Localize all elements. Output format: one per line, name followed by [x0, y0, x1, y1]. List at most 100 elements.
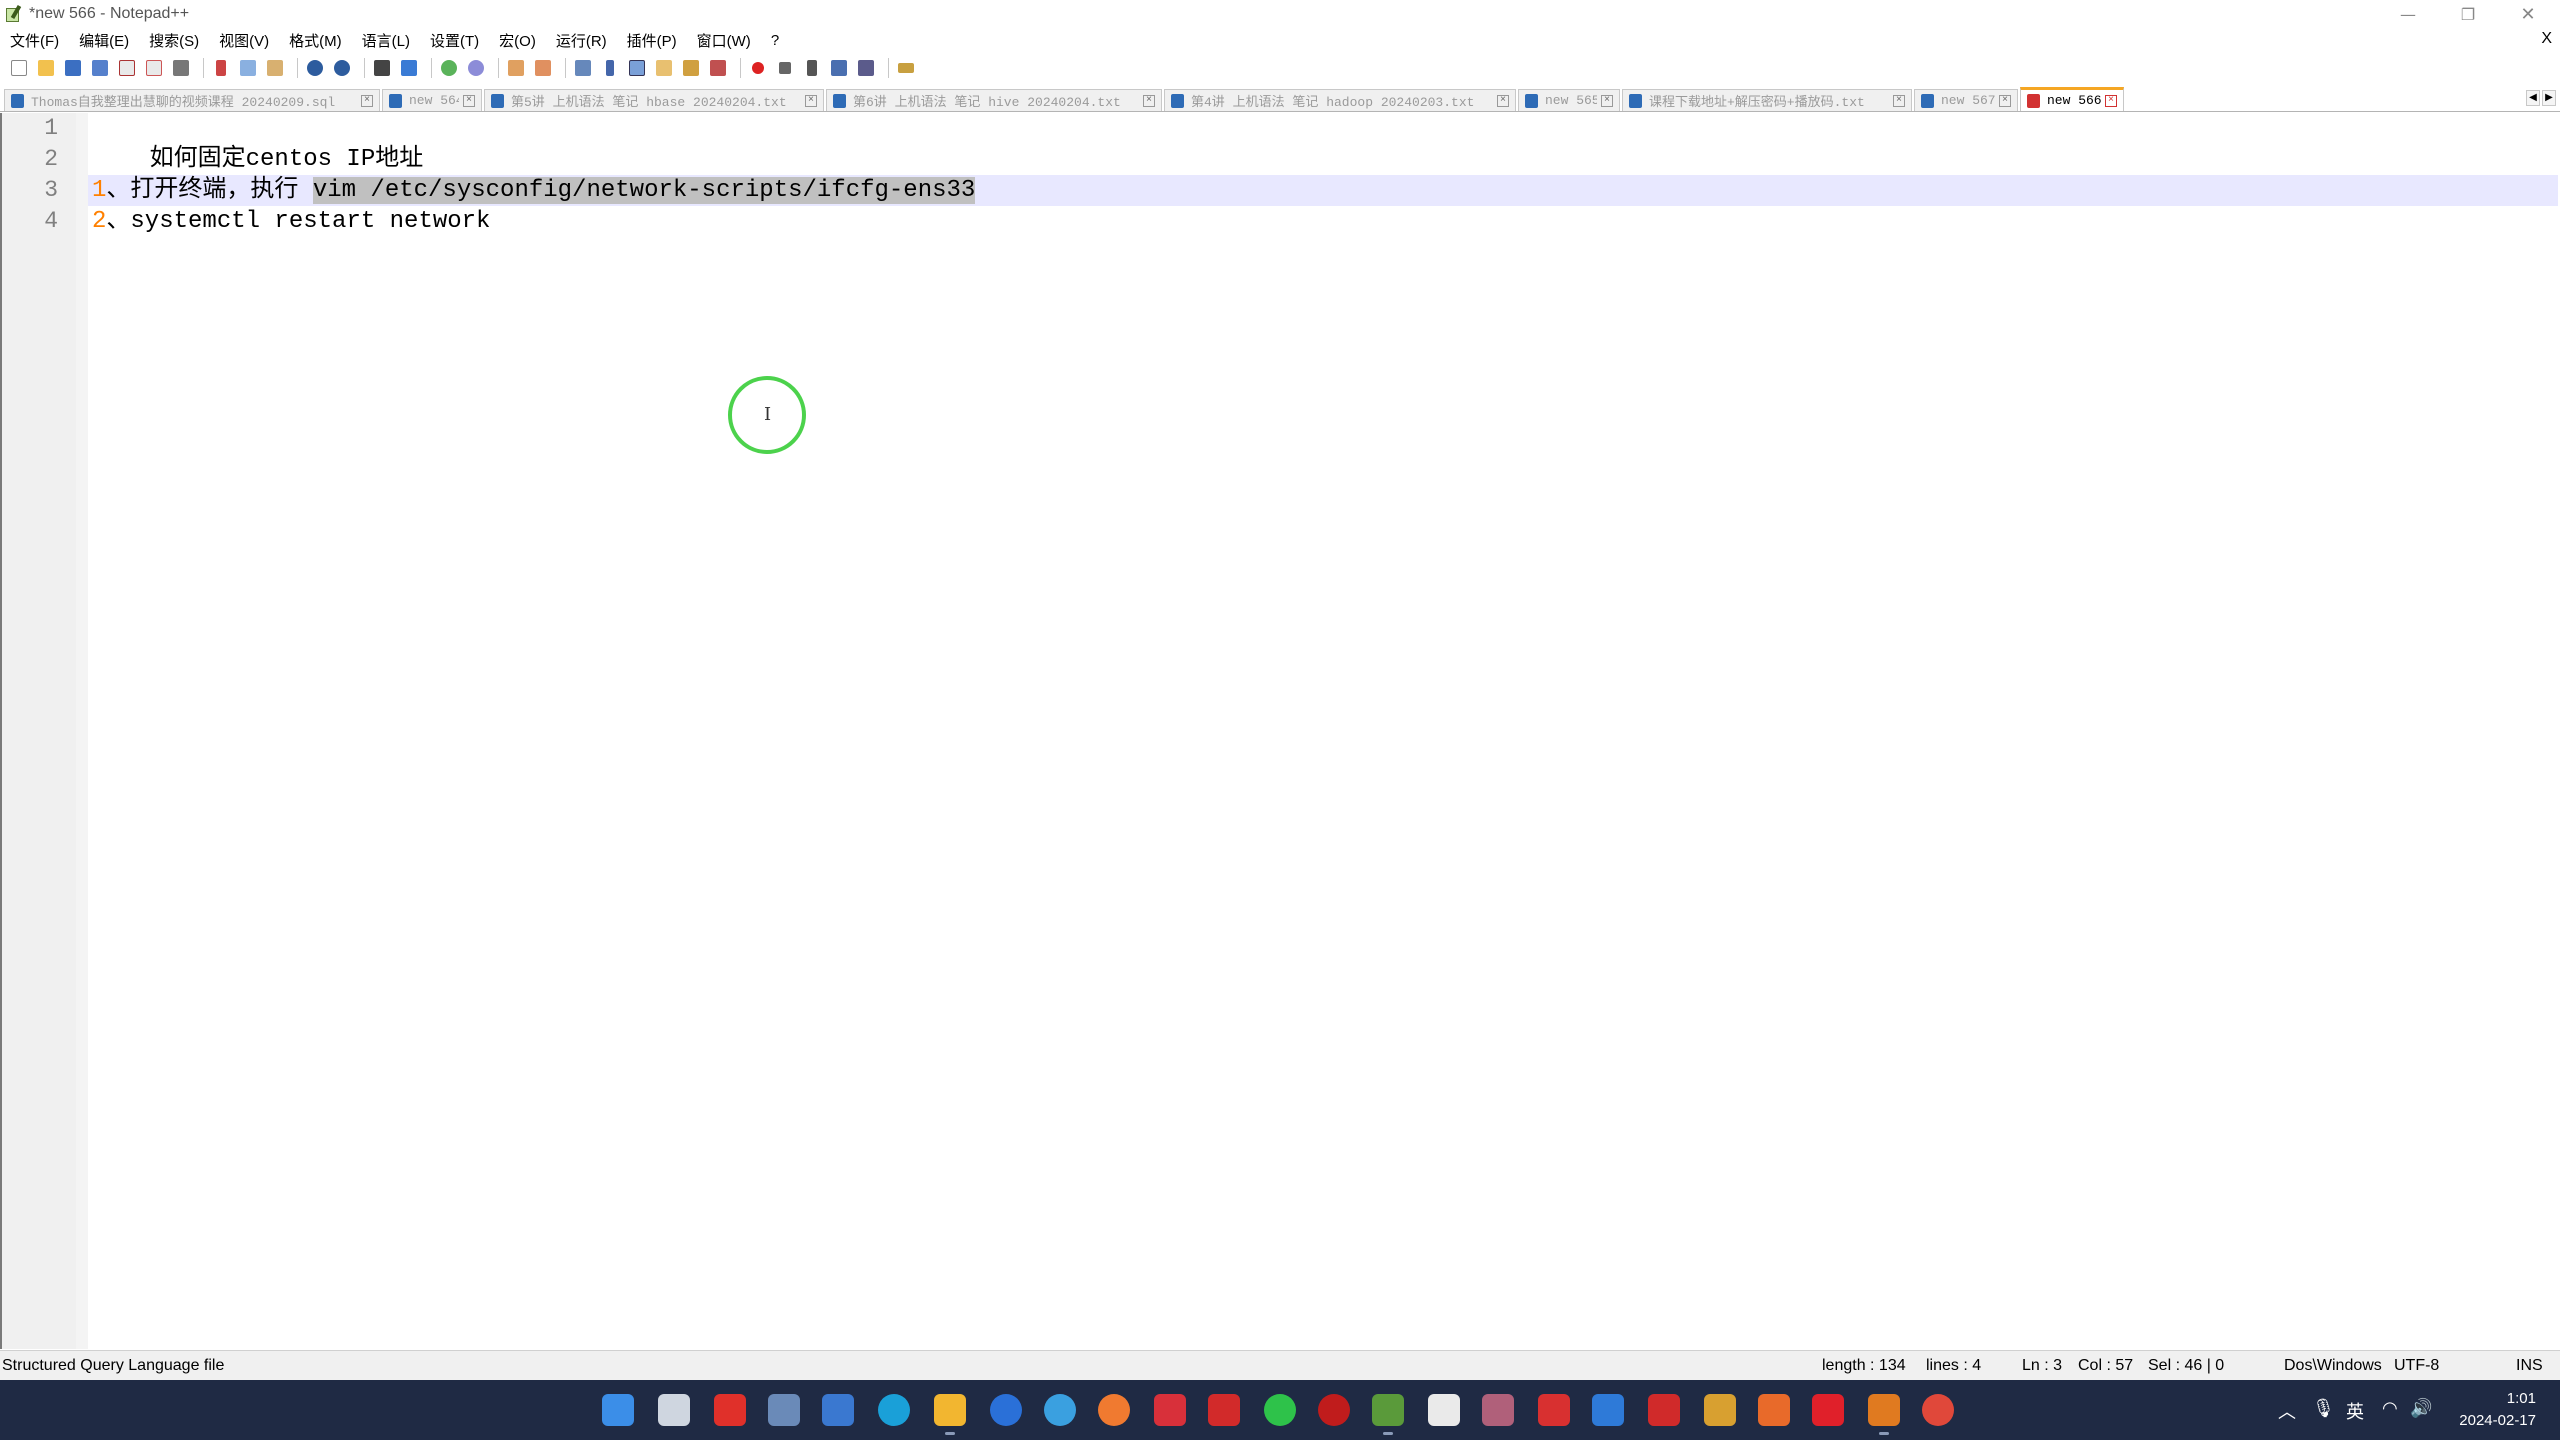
- menu-format[interactable]: 格式(M): [279, 30, 352, 51]
- document-tab[interactable]: new 565 ×: [1518, 89, 1620, 111]
- show-hidden-icons-icon[interactable]: ︿: [2278, 1398, 2296, 1424]
- media-player-icon[interactable]: [1098, 1394, 1130, 1426]
- app-swirl-icon[interactable]: [1922, 1394, 1954, 1426]
- document-tab[interactable]: new 567 ×: [1914, 89, 2018, 111]
- menu-view[interactable]: 视图(V): [209, 30, 279, 51]
- app-orange-icon[interactable]: [1758, 1394, 1790, 1426]
- user-defined-language-icon[interactable]: [653, 57, 675, 79]
- sync-vertical-icon[interactable]: [505, 57, 527, 79]
- menu-language[interactable]: 语言(L): [352, 30, 420, 51]
- save-macro-icon[interactable]: [855, 57, 877, 79]
- undo-icon[interactable]: [304, 57, 326, 79]
- file-explorer-icon[interactable]: [934, 1394, 966, 1426]
- app-red-arrow-icon[interactable]: [1812, 1394, 1844, 1426]
- function-list-icon[interactable]: [707, 57, 729, 79]
- close-button[interactable]: ✕: [2500, 0, 2556, 28]
- stop-recording-icon[interactable]: [774, 57, 796, 79]
- code-line[interactable]: 2、systemctl restart network: [92, 206, 490, 237]
- menu-settings[interactable]: 设置(T): [420, 30, 489, 51]
- task-view-icon[interactable]: [658, 1394, 690, 1426]
- tab-close-icon[interactable]: ×: [2105, 94, 2117, 107]
- fold-margin[interactable]: [76, 113, 88, 1349]
- playback-macro-icon[interactable]: [801, 57, 823, 79]
- app-pink-icon[interactable]: [1482, 1394, 1514, 1426]
- document-tab[interactable]: new 564 ×: [382, 89, 482, 111]
- clock-time[interactable]: 1:01: [2507, 1390, 2536, 1407]
- menu-help[interactable]: ?: [761, 32, 789, 49]
- restore-button[interactable]: ❐: [2440, 0, 2496, 28]
- word-wrap-icon[interactable]: [572, 57, 594, 79]
- tab-close-icon[interactable]: ×: [1999, 94, 2011, 107]
- menu-run[interactable]: 运行(R): [546, 30, 617, 51]
- edge-browser-icon[interactable]: [878, 1394, 910, 1426]
- status-eol-format[interactable]: Dos\Windows: [2284, 1357, 2382, 1375]
- app-red-circle-icon[interactable]: [1318, 1394, 1350, 1426]
- open-file-icon[interactable]: [35, 57, 57, 79]
- app-white-icon[interactable]: [1428, 1394, 1460, 1426]
- record-macro-icon[interactable]: [747, 57, 769, 79]
- show-all-characters-icon[interactable]: [599, 57, 621, 79]
- find-icon[interactable]: [371, 57, 393, 79]
- zoom-out-icon[interactable]: [465, 57, 487, 79]
- tab-close-icon[interactable]: ×: [1601, 94, 1613, 107]
- replace-icon[interactable]: [398, 57, 420, 79]
- menu-plugins[interactable]: 插件(P): [617, 30, 687, 51]
- microphone-icon[interactable]: 🎙: [2312, 1398, 2335, 1419]
- tools-icon[interactable]: [1704, 1394, 1736, 1426]
- clock-date[interactable]: 2024-02-17: [2459, 1412, 2536, 1429]
- menu-window[interactable]: 窗口(W): [687, 30, 761, 51]
- text-editor[interactable]: 1 2 3 4 如何固定centos IP地址 1、打开终端，执行 vim /e…: [0, 113, 2560, 1349]
- cut-icon[interactable]: [210, 57, 232, 79]
- spell-check-icon[interactable]: [895, 57, 917, 79]
- app-red-square-icon[interactable]: [1154, 1394, 1186, 1426]
- zoom-in-icon[interactable]: [438, 57, 460, 79]
- input-method-indicator[interactable]: 英: [2346, 1398, 2364, 1424]
- code-line[interactable]: [92, 144, 150, 175]
- close-document-button[interactable]: X: [2541, 30, 2552, 48]
- code-line[interactable]: 1、打开终端，执行 vim /etc/sysconfig/network-scr…: [92, 175, 976, 206]
- document-tab[interactable]: 第4讲 上机语法 笔记 hadoop 20240203.txt ×: [1164, 89, 1516, 111]
- print-icon[interactable]: [170, 57, 192, 79]
- virtualbox-icon[interactable]: [1868, 1394, 1900, 1426]
- tab-close-icon[interactable]: ×: [361, 94, 373, 107]
- sync-horizontal-icon[interactable]: [532, 57, 554, 79]
- tab-close-icon[interactable]: ×: [463, 94, 475, 107]
- minimize-button[interactable]: —: [2380, 0, 2436, 28]
- document-tab[interactable]: Thomas自我整理出慧聊的视频课程 20240209.sql ×: [4, 89, 380, 111]
- mail-app-icon[interactable]: [822, 1394, 854, 1426]
- tab-close-icon[interactable]: ×: [1893, 94, 1905, 107]
- menu-edit[interactable]: 编辑(E): [69, 30, 139, 51]
- document-tab[interactable]: 课程下载地址+解压密码+播放码.txt ×: [1622, 89, 1912, 111]
- menu-file[interactable]: 文件(F): [0, 30, 69, 51]
- tab-scroll-right-icon[interactable]: ▶: [2542, 90, 2556, 106]
- document-tab[interactable]: 第5讲 上机语法 笔记 hbase 20240204.txt ×: [484, 89, 824, 111]
- document-tab[interactable]: 第6讲 上机语法 笔记 hive 20240204.txt ×: [826, 89, 1162, 111]
- app-blue-window-icon[interactable]: [1592, 1394, 1624, 1426]
- wifi-icon[interactable]: ◠: [2382, 1398, 2398, 1419]
- browser-blue-icon[interactable]: [990, 1394, 1022, 1426]
- document-tab-active[interactable]: new 566 ×: [2020, 87, 2124, 111]
- indent-guide-icon[interactable]: [626, 57, 648, 79]
- save-all-icon[interactable]: [89, 57, 111, 79]
- network-globe-icon[interactable]: [1044, 1394, 1076, 1426]
- code-line[interactable]: 如何固定centos IP地址: [92, 113, 424, 173]
- wechat-icon[interactable]: [1264, 1394, 1296, 1426]
- tab-scroll-left-icon[interactable]: ◀: [2526, 90, 2540, 106]
- file-manager-app-icon[interactable]: [768, 1394, 800, 1426]
- new-file-icon[interactable]: [8, 57, 30, 79]
- close-file-icon[interactable]: [116, 57, 138, 79]
- app-d-icon[interactable]: [1208, 1394, 1240, 1426]
- notepad-plus-plus-taskbar-icon[interactable]: [1372, 1394, 1404, 1426]
- status-encoding[interactable]: UTF-8: [2394, 1357, 2439, 1375]
- tab-close-icon[interactable]: ×: [1143, 94, 1155, 107]
- tab-close-icon[interactable]: ×: [805, 94, 817, 107]
- save-icon[interactable]: [62, 57, 84, 79]
- copy-icon[interactable]: [237, 57, 259, 79]
- close-all-icon[interactable]: [143, 57, 165, 79]
- windows-start-icon[interactable]: [602, 1394, 634, 1426]
- app-red-icon[interactable]: [714, 1394, 746, 1426]
- app-red-chart-icon[interactable]: [1648, 1394, 1680, 1426]
- menu-search[interactable]: 搜索(S): [139, 30, 209, 51]
- menu-macro[interactable]: 宏(O): [489, 30, 546, 51]
- document-map-icon[interactable]: [680, 57, 702, 79]
